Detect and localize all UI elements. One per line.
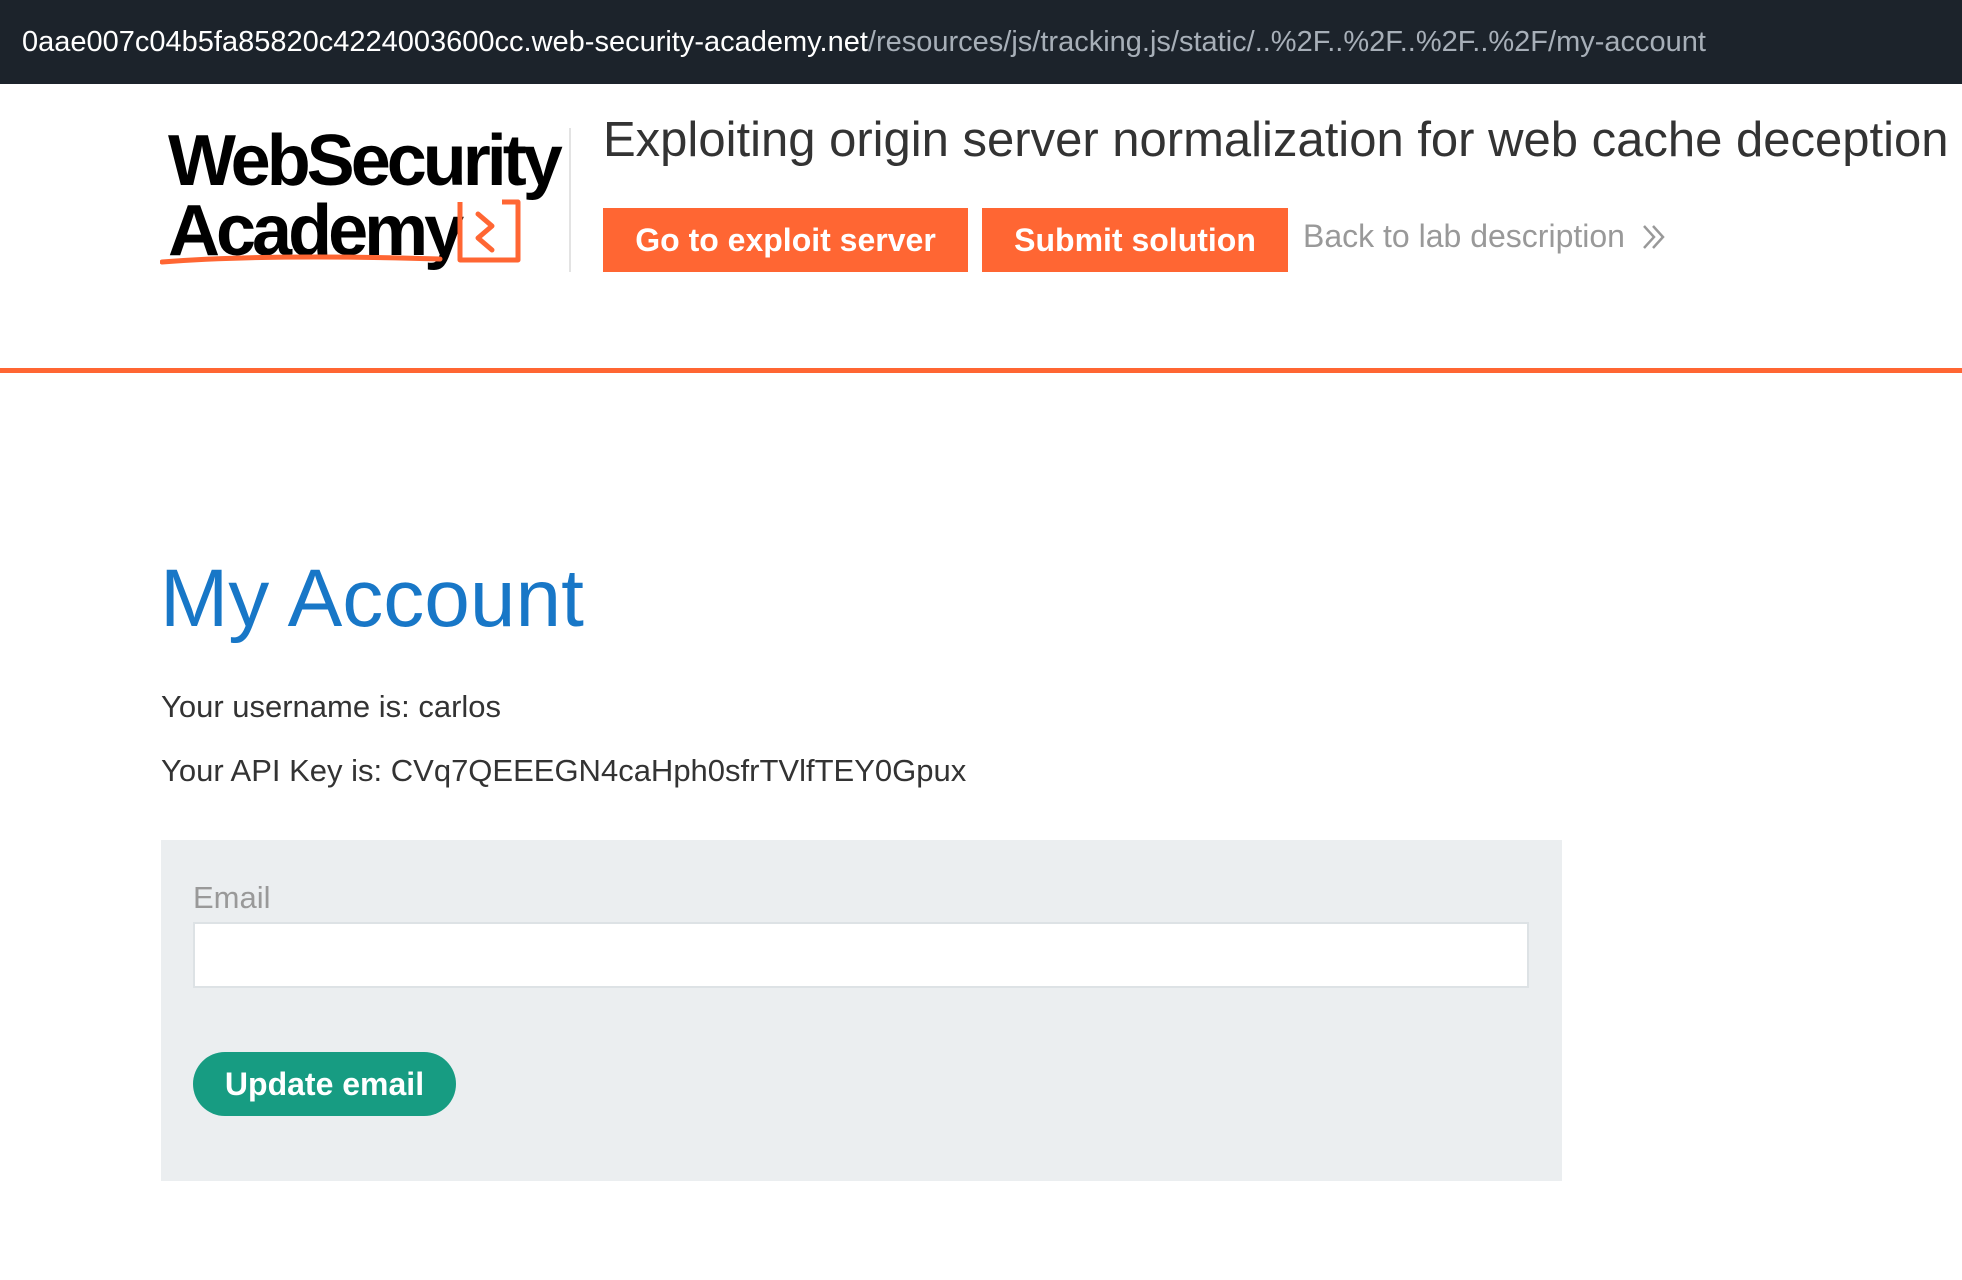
- submit-solution-button[interactable]: Submit solution: [982, 208, 1288, 272]
- address-bar[interactable]: 0aae007c04b5fa85820c4224003600cc.web-sec…: [0, 0, 1962, 84]
- email-label: Email: [193, 880, 271, 915]
- change-email-form: [161, 840, 1562, 1181]
- email-input[interactable]: [193, 922, 1529, 988]
- api-key-text: Your API Key is: CVq7QEEEGN4caHph0sfrTVl…: [161, 753, 967, 788]
- header-accent-rule: [0, 368, 1962, 373]
- back-link-label: Back to lab description: [1303, 218, 1625, 254]
- logo-text-line1: WebSecurity: [168, 122, 563, 201]
- url-path: /resources/js/tracking.js/static/..%2F..…: [867, 25, 1706, 58]
- header-divider: [569, 128, 571, 272]
- web-security-academy-logo[interactable]: WebSecurity Academy: [160, 122, 570, 272]
- go-to-exploit-server-button[interactable]: Go to exploit server: [603, 208, 968, 272]
- url-host: 0aae007c04b5fa85820c4224003600cc.web-sec…: [22, 25, 868, 58]
- page-title: My Account: [160, 553, 584, 644]
- lab-title: Exploiting origin server normalization f…: [603, 113, 1949, 167]
- double-chevron-right-icon: [1643, 224, 1665, 249]
- update-email-button[interactable]: Update email: [193, 1052, 456, 1116]
- username-text: Your username is: carlos: [161, 689, 502, 724]
- back-to-lab-description-link[interactable]: Back to lab description: [1303, 218, 1667, 255]
